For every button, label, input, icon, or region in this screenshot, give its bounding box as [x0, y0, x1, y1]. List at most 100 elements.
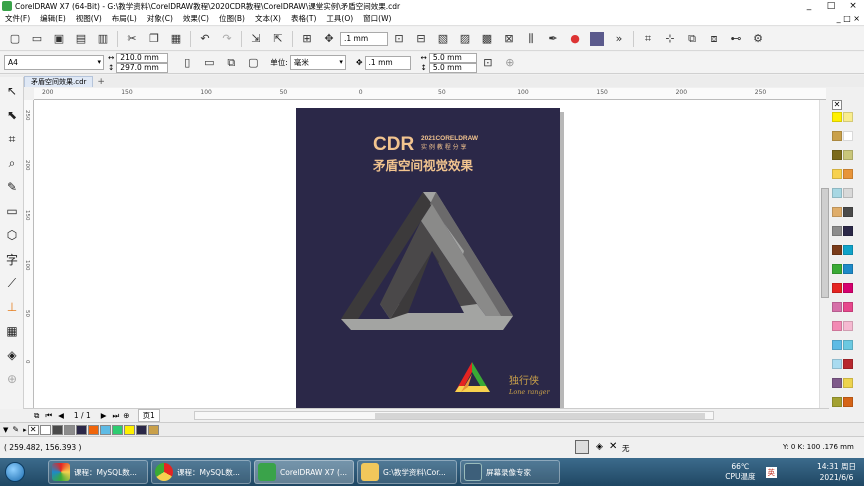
- palette-swatch[interactable]: [832, 302, 842, 312]
- menu-text[interactable]: 文本(X): [250, 13, 286, 24]
- dimension-icon[interactable]: ⊡: [390, 30, 408, 48]
- palette-swatch[interactable]: [843, 359, 853, 369]
- portrait-icon[interactable]: ▯: [178, 54, 196, 72]
- doc-palette-swatch[interactable]: [99, 424, 111, 435]
- document-tab[interactable]: 矛盾空间效果.cdr: [24, 76, 94, 87]
- palette-swatch[interactable]: [843, 131, 853, 141]
- settings-icon[interactable]: ⚙: [749, 30, 767, 48]
- duplicate-y-field[interactable]: 5.0 mm: [428, 62, 477, 73]
- palette-swatch[interactable]: [843, 264, 853, 274]
- doc-palette-no-color[interactable]: ✕: [27, 424, 39, 435]
- dimension-tool-icon[interactable]: ⟋: [0, 271, 24, 295]
- last-page-button[interactable]: ⏭: [113, 411, 120, 421]
- palette-swatch[interactable]: [832, 321, 842, 331]
- save-icon[interactable]: ▣: [50, 30, 68, 48]
- doc-palette-swatch[interactable]: [111, 424, 123, 435]
- current-page-icon[interactable]: ▢: [244, 54, 262, 72]
- menu-edit[interactable]: 编辑(E): [35, 13, 71, 24]
- columns-icon[interactable]: ⫼: [522, 30, 540, 48]
- menu-object[interactable]: 对象(C): [142, 13, 178, 24]
- doc-palette-swatch[interactable]: [147, 424, 159, 435]
- shape-tool-icon[interactable]: ⬉: [0, 103, 24, 127]
- all-pages-icon[interactable]: ⧉: [222, 54, 240, 72]
- add-tab-button[interactable]: +: [97, 77, 105, 87]
- prev-page-button[interactable]: ◀: [58, 411, 64, 420]
- doc-palette-swatch[interactable]: [87, 424, 99, 435]
- page-height-field[interactable]: 297.0 mm: [116, 62, 169, 73]
- next-page-button[interactable]: ▶: [101, 411, 107, 420]
- maximize-button[interactable]: □: [820, 0, 842, 12]
- palette-swatch[interactable]: [832, 131, 842, 141]
- palette-swatch[interactable]: [843, 302, 853, 312]
- drawing-workspace[interactable]: CDR 2021CORELDRAW 实 例 教 程 分 享 矛盾空间视觉效果 独…: [34, 100, 819, 408]
- cut-icon[interactable]: ✂: [123, 30, 141, 48]
- palette-swatch[interactable]: [843, 207, 853, 217]
- add-tool-icon[interactable]: ⊕: [0, 367, 24, 391]
- palette-swatch[interactable]: [843, 340, 853, 350]
- doc-palette-swatch[interactable]: [63, 424, 75, 435]
- palette-no-color-swatch[interactable]: ✕: [832, 100, 842, 110]
- menu-window[interactable]: 窗口(W): [358, 13, 396, 24]
- table-icon[interactable]: ▩: [478, 30, 496, 48]
- freehand-tool-icon[interactable]: ✎: [0, 175, 24, 199]
- color-wheel-icon[interactable]: ●: [566, 30, 584, 48]
- palette-swatch[interactable]: [832, 340, 842, 350]
- undo-icon[interactable]: ↶: [196, 30, 214, 48]
- minimize-button[interactable]: _: [798, 0, 820, 12]
- page-options-icon[interactable]: ⧉: [34, 411, 39, 421]
- palette-swatch[interactable]: [843, 226, 853, 236]
- options-icon[interactable]: ⊡: [479, 54, 497, 72]
- pen-icon[interactable]: ✒: [544, 30, 562, 48]
- vertical-scroll-thumb[interactable]: [821, 188, 829, 298]
- connector-tool-icon[interactable]: ⊥: [0, 295, 24, 319]
- align-icon[interactable]: ⊞: [298, 30, 316, 48]
- add-page-button[interactable]: ⊕: [123, 411, 129, 420]
- palette-swatch[interactable]: [832, 264, 842, 274]
- taskbar-item-recorder[interactable]: 屏幕录像专家: [460, 460, 560, 484]
- palette-swatch[interactable]: [832, 397, 842, 407]
- palette-swatch[interactable]: [832, 226, 842, 236]
- snap-objects-icon[interactable]: ⧉: [683, 30, 701, 48]
- menu-view[interactable]: 视图(V): [71, 13, 107, 24]
- doc-palette-swatch[interactable]: [75, 424, 87, 435]
- landscape-icon[interactable]: ▭: [200, 54, 218, 72]
- fill-swatch-icon[interactable]: [588, 30, 606, 48]
- add-page-icon[interactable]: ⊕: [501, 54, 519, 72]
- dynamic-guides-icon[interactable]: ⊷: [727, 30, 745, 48]
- palette-swatch[interactable]: [832, 207, 842, 217]
- doc-restore-button[interactable]: □: [843, 14, 851, 23]
- palette-swatch[interactable]: [843, 397, 853, 407]
- interactive-fill-icon[interactable]: ▦: [0, 319, 24, 343]
- layout-icon[interactable]: ▧: [434, 30, 452, 48]
- horizontal-scroll-thumb[interactable]: [375, 413, 705, 419]
- page-size-select[interactable]: A4: [4, 55, 104, 70]
- menu-bitmaps[interactable]: 位图(B): [214, 13, 250, 24]
- pick-tool-icon[interactable]: ↖: [0, 79, 24, 103]
- menu-tools[interactable]: 工具(O): [321, 13, 358, 24]
- save-disk-icon[interactable]: ▤: [72, 30, 90, 48]
- palette-swatch[interactable]: [843, 245, 853, 255]
- palette-swatch[interactable]: [843, 169, 853, 179]
- close-button[interactable]: ×: [842, 0, 864, 12]
- import-icon[interactable]: ⇲: [247, 30, 265, 48]
- palette-swatch[interactable]: [832, 150, 842, 160]
- palette-swatch[interactable]: [843, 321, 853, 331]
- palette-swatch[interactable]: [832, 188, 842, 198]
- document-page[interactable]: CDR 2021CORELDRAW 实 例 教 程 分 享 矛盾空间视觉效果 独…: [296, 108, 560, 408]
- paste-icon[interactable]: ▦: [167, 30, 185, 48]
- clock[interactable]: 14:31 周日 2021/6/6: [817, 461, 856, 483]
- first-page-button[interactable]: ⏮: [45, 411, 52, 421]
- palette-swatch[interactable]: [832, 359, 842, 369]
- text-tool-icon[interactable]: 字: [0, 247, 24, 271]
- rectangle-tool-icon[interactable]: ▭: [0, 199, 24, 223]
- distribute-icon[interactable]: ▨: [456, 30, 474, 48]
- palette-swatch[interactable]: [843, 188, 853, 198]
- nudge-field[interactable]: .1 mm: [340, 31, 388, 46]
- zoom-tool-icon[interactable]: ⌕: [0, 151, 24, 175]
- palette-menu-icon[interactable]: ▼: [3, 426, 8, 434]
- doc-close-button[interactable]: ×: [853, 14, 860, 23]
- menu-file[interactable]: 文件(F): [0, 13, 35, 24]
- redo-icon[interactable]: ↷: [218, 30, 236, 48]
- palette-swatch[interactable]: [832, 112, 842, 122]
- fill-tool-icon[interactable]: ◈: [0, 343, 24, 367]
